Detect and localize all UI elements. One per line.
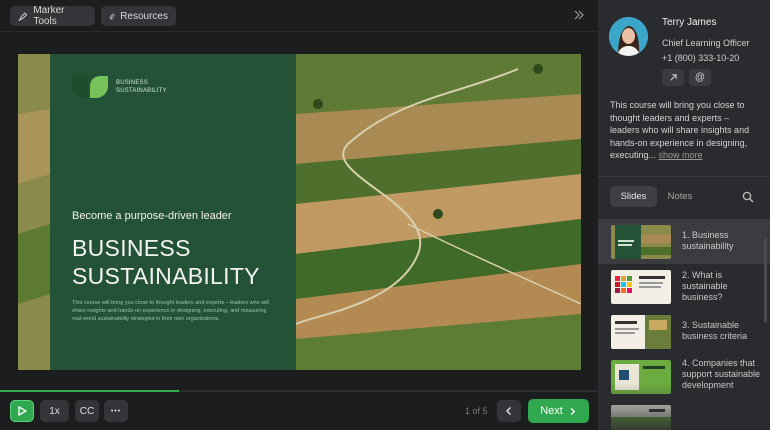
slide-thumbnail-1[interactable]: 1. Business sustainability (598, 219, 770, 264)
slide-thumbnail-label: 1. Business sustainability (682, 230, 734, 251)
course-about: This course will bring you close to thou… (610, 99, 758, 162)
slide-title-line2: SUSTAINABILITY (72, 263, 260, 289)
presenter-phone: +1 (800) 333-10-20 (662, 53, 740, 63)
slide-title: BUSINESS SUSTAINABILITY (72, 234, 292, 290)
next-button[interactable]: Next (528, 399, 589, 423)
tab-slides[interactable]: Slides (610, 186, 657, 207)
play-icon (18, 406, 27, 416)
chevron-right-icon (570, 407, 576, 415)
presenter-name: Terry James (662, 17, 717, 28)
leaf-logo (72, 76, 108, 98)
slide-kicker: Become a purpose-driven leader (72, 210, 232, 222)
slide-1-preview (611, 225, 671, 259)
more-icon: ••• (110, 407, 122, 415)
slide-title-line1: BUSINESS (72, 235, 191, 261)
top-toolbar: Marker Tools Resources (0, 0, 598, 32)
slide-thumbnail-label: 2. What is sustainable business? (682, 270, 728, 302)
more-options-button[interactable]: ••• (104, 400, 128, 422)
page-indicator: 1 of 5 (465, 406, 488, 416)
presenter-role: Chief Learning Officer (662, 38, 750, 48)
double-chevron-right-icon[interactable] (572, 8, 586, 22)
logo-text-line2: SUSTAINABILITY (116, 88, 167, 94)
previous-button[interactable] (497, 400, 521, 422)
slide-stage: BUSINESS SUSTAINABILITY Become a purpose… (0, 32, 598, 390)
arrow-up-right-icon (669, 74, 677, 81)
slide-description: This course will bring you close to thou… (72, 300, 269, 322)
slide-3-preview (611, 315, 671, 349)
slide-thumbnail-label: 3. Sustainable business criteria (682, 320, 748, 341)
logo-wordmark: BUSINESS SUSTAINABILITY (116, 79, 196, 95)
resources-label: Resources (120, 10, 168, 22)
chevron-left-icon (506, 407, 511, 415)
thumbnail-scrollbar[interactable] (764, 238, 767, 323)
resources-button[interactable]: Resources (101, 6, 176, 26)
slide-2-preview (611, 270, 671, 304)
tab-notes[interactable]: Notes (660, 186, 700, 207)
player-controls: 1x CC ••• 1 of 5 Next (0, 392, 598, 430)
paperclip-icon (109, 13, 115, 19)
captions-button[interactable]: CC (75, 400, 99, 422)
show-more-link[interactable]: show more (659, 150, 703, 160)
slide-canvas: BUSINESS SUSTAINABILITY Become a purpose… (18, 54, 581, 370)
at-sign-icon: @ (694, 72, 706, 83)
title-panel: BUSINESS SUSTAINABILITY Become a purpose… (50, 54, 296, 370)
marker-tools-button[interactable]: Marker Tools (10, 5, 95, 27)
next-label: Next (540, 405, 563, 417)
course-player: Marker Tools Resources BUSINESS SUSTAINA… (0, 0, 770, 430)
search-icon[interactable] (742, 190, 754, 203)
avatar (609, 17, 648, 56)
email-button[interactable]: @ (689, 69, 711, 86)
external-link-button[interactable] (662, 69, 684, 86)
play-button[interactable] (10, 400, 34, 422)
logo-text-line1: BUSINESS (116, 80, 148, 86)
marker-icon (18, 11, 28, 21)
speed-button[interactable]: 1x (40, 400, 69, 422)
slide-thumbnail-2[interactable]: 2. What is sustainable business? (598, 264, 770, 309)
marker-tools-label: Marker Tools (33, 5, 65, 27)
course-sidebar: Terry James Chief Learning Officer +1 (8… (598, 0, 770, 430)
slide-thumbnail-3[interactable]: 3. Sustainable business criteria (598, 309, 770, 354)
list-fade-overlay (598, 384, 770, 430)
divider (598, 176, 770, 177)
